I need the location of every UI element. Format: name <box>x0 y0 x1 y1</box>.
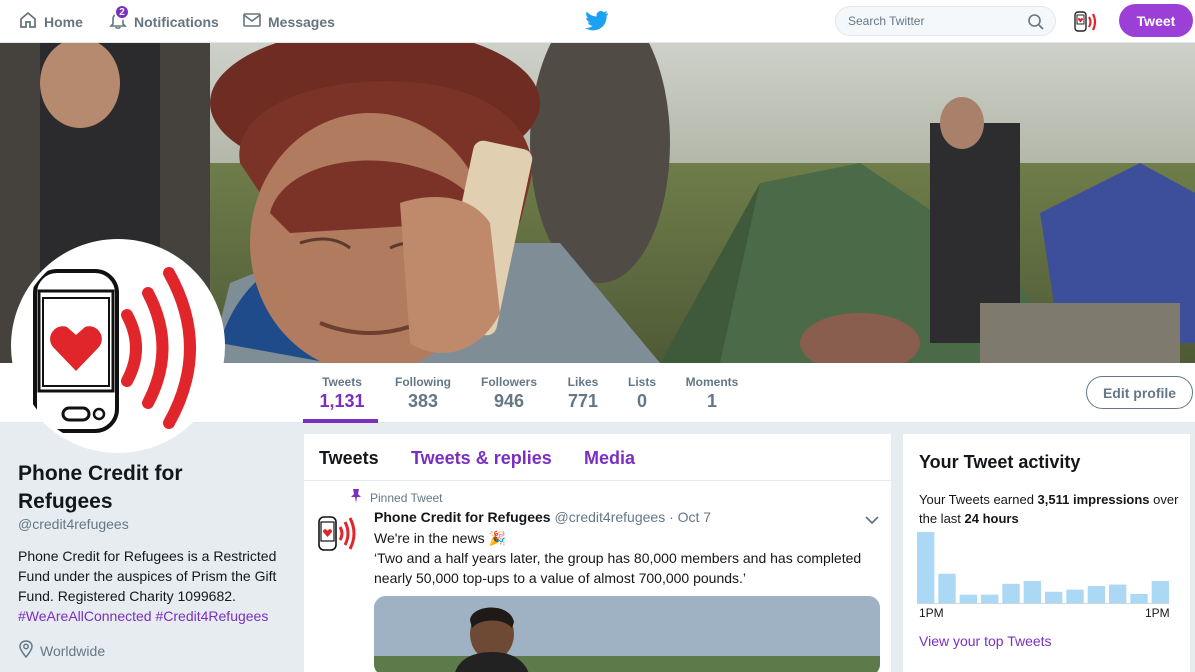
tweet-author-meta[interactable]: @credit4refugees · Oct 7 <box>554 509 711 525</box>
pin-icon <box>350 489 370 506</box>
profile-location: Worldwide <box>18 640 105 661</box>
activity-bar <box>1087 586 1105 604</box>
tweet-header: Phone Credit for Refugees @credit4refuge… <box>374 509 711 525</box>
activity-bar <box>1023 580 1041 604</box>
nav-home[interactable]: Home <box>18 0 83 43</box>
tweet-body: We're in the news 🎉 ‘Two and a half year… <box>374 528 874 588</box>
tab-media[interactable]: Media <box>584 448 635 469</box>
tweet-activity-card: Your Tweet activity Your Tweets earned 3… <box>903 434 1190 672</box>
timeline: Tweets Tweets & replies Media Pinned Twe… <box>304 434 891 672</box>
stat-label: Tweets <box>322 375 362 389</box>
search-placeholder: Search Twitter <box>848 14 925 28</box>
stat-label: Lists <box>627 375 656 389</box>
stat-followers[interactable]: Followers 946 <box>480 375 538 412</box>
tweet-author-name[interactable]: Phone Credit for Refugees <box>374 509 551 525</box>
activity-impressions: 3,511 impressions <box>1037 492 1150 507</box>
tweet-line-2: ‘Two and a half years later, the group h… <box>374 550 862 586</box>
stat-label: Moments <box>685 375 739 389</box>
nav-messages-label: Messages <box>268 13 335 30</box>
nav-messages[interactable]: Messages <box>242 0 335 43</box>
activity-bar <box>1109 584 1127 604</box>
bio-text: Phone Credit for Refugees is a Restricte… <box>18 548 277 604</box>
tab-tweets[interactable]: Tweets <box>319 448 379 469</box>
stat-moments[interactable]: Moments 1 <box>683 375 741 412</box>
notification-count-badge: 2 <box>114 4 130 20</box>
active-stat-underline <box>303 419 378 423</box>
stat-likes[interactable]: Likes 771 <box>566 375 600 412</box>
nav-notifications[interactable]: 2 Notifications <box>108 0 219 43</box>
activity-title: Your Tweet activity <box>919 452 1081 472</box>
nav-home-label: Home <box>44 13 83 30</box>
activity-bar <box>959 594 977 604</box>
location-text: Worldwide <box>40 642 106 659</box>
compose-tweet-button[interactable]: Tweet <box>1119 4 1193 37</box>
stat-value: 946 <box>493 391 525 411</box>
activity-period: 24 hours <box>964 511 1019 526</box>
activity-summary: Your Tweets earned 3,511 impressions ove… <box>919 490 1179 528</box>
stat-value: 383 <box>407 391 439 411</box>
envelope-icon <box>242 10 268 33</box>
activity-bar <box>917 532 935 604</box>
tweet-author-avatar[interactable] <box>316 512 366 556</box>
activity-x-start: 1PM <box>919 606 944 620</box>
pinned-text: Pinned Tweet <box>370 490 443 505</box>
tweet-media-image[interactable] <box>374 596 880 672</box>
activity-bar <box>1002 583 1020 604</box>
view-top-tweets-link[interactable]: View your top Tweets <box>919 633 1052 649</box>
activity-bar <box>981 594 999 604</box>
stat-label: Likes <box>567 375 599 389</box>
activity-bar <box>938 573 956 604</box>
activity-bar <box>1151 580 1169 604</box>
stat-label: Following <box>395 375 451 389</box>
stat-tweets[interactable]: Tweets 1,131 <box>318 375 366 412</box>
timeline-tabs: Tweets Tweets & replies Media <box>304 434 891 481</box>
nav-notifications-label: Notifications <box>134 13 219 30</box>
tab-tweets-and-replies[interactable]: Tweets & replies <box>411 448 552 469</box>
profile-bio: Phone Credit for Refugees is a Restricte… <box>18 546 288 626</box>
account-avatar[interactable] <box>1070 5 1104 39</box>
bio-hashtags[interactable]: #WeAreAllConnected #Credit4Refugees <box>18 608 268 624</box>
stat-value: 771 <box>567 391 599 411</box>
profile-handle[interactable]: @credit4refugees <box>18 516 129 532</box>
tweet-line-1: We're in the news 🎉 <box>374 530 506 546</box>
stat-label: Followers <box>480 375 537 389</box>
stat-value: 1 <box>706 391 717 411</box>
top-navigation-bar: Home 2 Notifications Messages Search Twi… <box>0 0 1195 43</box>
stat-lists[interactable]: Lists 0 <box>627 375 657 412</box>
location-pin-icon <box>18 640 40 661</box>
stat-value: 0 <box>636 391 647 411</box>
home-icon <box>18 10 44 33</box>
activity-x-end: 1PM <box>1145 606 1170 620</box>
pinned-tweet-label: Pinned Tweet <box>350 489 443 506</box>
twitter-bird-icon[interactable] <box>585 10 609 37</box>
activity-bar <box>1045 591 1063 604</box>
activity-bar <box>1130 593 1148 604</box>
search-icon[interactable] <box>1027 13 1045 34</box>
stat-value: 1,131 <box>319 391 365 411</box>
search-input[interactable]: Search Twitter <box>835 6 1056 36</box>
activity-bar-chart[interactable] <box>917 530 1169 604</box>
activity-text-pre: Your Tweets earned <box>919 492 1038 507</box>
profile-avatar[interactable] <box>11 239 225 453</box>
activity-bar <box>1066 589 1084 604</box>
edit-profile-button[interactable]: Edit profile <box>1086 376 1193 409</box>
profile-name[interactable]: Phone Credit for Refugees <box>18 460 258 516</box>
stat-following[interactable]: Following 383 <box>392 375 454 412</box>
